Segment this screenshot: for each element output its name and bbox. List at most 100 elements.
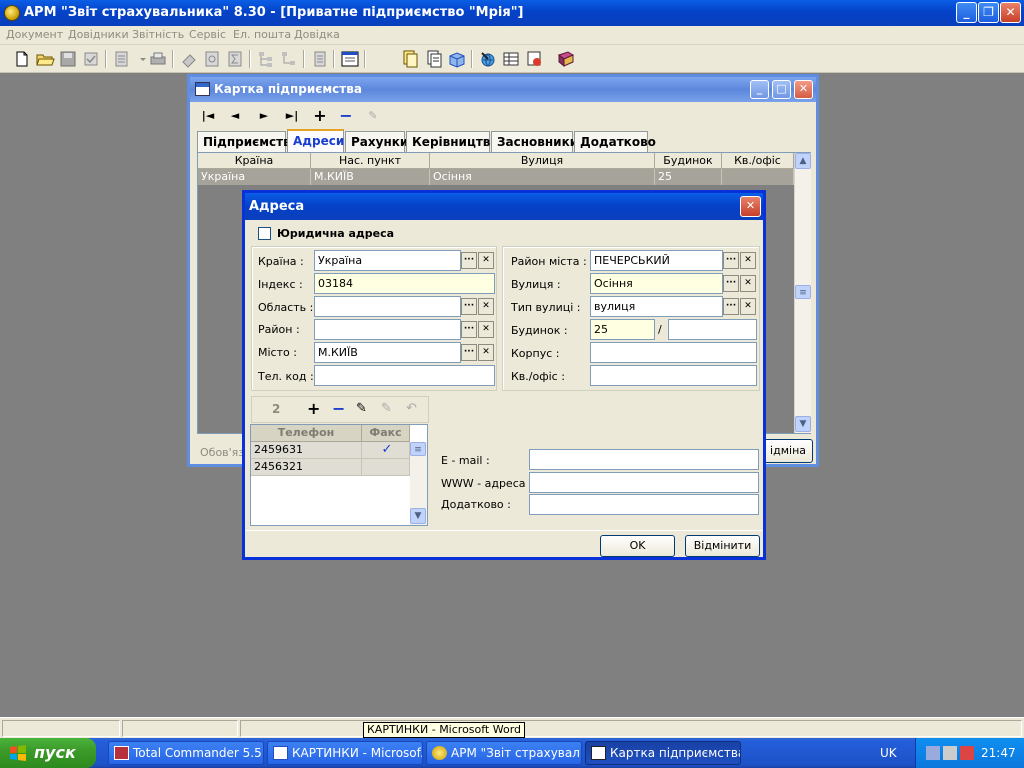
stamp-icon[interactable] — [524, 49, 544, 69]
menu-email[interactable]: Ел. пошта — [233, 28, 291, 41]
column-header-phone[interactable]: Телефон — [251, 425, 362, 442]
tab-founders[interactable]: Засновники — [491, 131, 578, 152]
scroll-down-icon[interactable]: ▼ — [795, 416, 811, 432]
edit-phone-icon[interactable]: ✎ — [356, 401, 367, 416]
column-header-building[interactable]: Будинок — [655, 153, 722, 169]
phones-scrollbar[interactable]: ≡ ▼ — [410, 442, 427, 525]
start-button[interactable]: пуск — [0, 738, 96, 768]
clock[interactable]: 21:47 — [981, 746, 1016, 760]
postcode-field[interactable]: 03184 — [314, 273, 495, 294]
remove-phone-icon[interactable]: − — [332, 399, 345, 418]
district-lookup-button[interactable]: ··· — [461, 321, 477, 338]
table-row-cell[interactable]: 25 — [655, 169, 722, 185]
street-lookup-button[interactable]: ··· — [723, 275, 739, 292]
street-type-lookup-button[interactable]: ··· — [723, 298, 739, 315]
new-document-icon[interactable] — [12, 49, 32, 69]
menu-directories[interactable]: Довідники — [68, 28, 129, 41]
last-record-icon[interactable]: ►| — [281, 106, 303, 126]
country-clear-button[interactable]: ✕ — [478, 252, 494, 269]
tab-addresses[interactable]: Адреси — [287, 129, 344, 153]
antivirus-icon[interactable] — [960, 746, 974, 760]
next-record-icon[interactable]: ► — [253, 106, 275, 126]
edit-record-icon[interactable]: ✎ — [362, 106, 384, 126]
scroll-thumb[interactable]: ≡ — [795, 285, 811, 299]
tab-accounts[interactable]: Рахунки — [345, 131, 408, 152]
tree-icon[interactable] — [256, 49, 276, 69]
region-clear-button[interactable]: ✕ — [478, 298, 494, 315]
first-record-icon[interactable]: |◄ — [197, 106, 219, 126]
menu-reports[interactable]: Звітність — [132, 28, 184, 41]
card-maximize-button[interactable]: □ — [772, 80, 791, 99]
building-suffix-field[interactable] — [668, 319, 757, 340]
additional-field[interactable] — [529, 494, 759, 515]
add-phone-icon[interactable]: + — [307, 399, 320, 418]
fax-check-icon[interactable]: ✓ — [362, 442, 410, 459]
table-row-cell[interactable]: 2459631 — [251, 442, 362, 459]
table-row-cell[interactable]: М.КИЇВ — [311, 169, 430, 185]
eraser-icon[interactable] — [179, 49, 199, 69]
block-field[interactable] — [590, 342, 757, 363]
undo-phone-icon[interactable]: ↶ — [406, 401, 417, 416]
prev-record-icon[interactable]: ◄ — [224, 106, 246, 126]
dropdown-arrow-icon[interactable] — [133, 49, 146, 69]
check-icon[interactable] — [81, 49, 101, 69]
city-district-clear-button[interactable]: ✕ — [740, 252, 756, 269]
country-lookup-button[interactable]: ··· — [461, 252, 477, 269]
scroll-thumb[interactable]: ≡ — [410, 442, 426, 456]
city-district-field[interactable]: ПЕЧЕРСЬКИЙ — [590, 250, 723, 271]
menu-service[interactable]: Сервіс — [189, 28, 226, 41]
delete-record-icon[interactable]: − — [335, 106, 357, 126]
ok-button[interactable]: OK — [600, 535, 675, 557]
table-icon[interactable] — [501, 49, 521, 69]
cancel-button[interactable]: Відмінити — [685, 535, 760, 557]
apartment-field[interactable] — [590, 365, 757, 386]
doc-list-icon[interactable] — [310, 49, 330, 69]
card-close-button[interactable]: ✕ — [794, 80, 813, 99]
task-total-commander[interactable]: Total Commander 5.5... — [108, 741, 264, 765]
tab-company[interactable]: Підприємство — [197, 131, 299, 152]
district-clear-button[interactable]: ✕ — [478, 321, 494, 338]
minimize-button[interactable]: _ — [956, 2, 977, 23]
main-window-titlebar[interactable]: АРМ "Звіт страхувальника" 8.30 - [Приват… — [0, 0, 1024, 26]
street-clear-button[interactable]: ✕ — [740, 275, 756, 292]
street-type-field[interactable]: вулиця — [590, 296, 723, 317]
building-field[interactable]: 25 — [590, 319, 655, 340]
city-clear-button[interactable]: ✕ — [478, 344, 494, 361]
box-icon[interactable] — [447, 49, 467, 69]
legal-address-checkbox[interactable] — [258, 227, 271, 240]
menu-help[interactable]: Довідка — [294, 28, 340, 41]
print-icon[interactable] — [148, 49, 168, 69]
grid-vertical-scrollbar[interactable]: ▲ ≡ ▼ — [794, 153, 811, 433]
sum-icon[interactable] — [225, 49, 245, 69]
globe-icon[interactable] — [478, 49, 498, 69]
card-icon[interactable] — [340, 49, 360, 69]
list-icon[interactable] — [112, 49, 132, 69]
close-button[interactable]: ✕ — [1000, 2, 1021, 23]
copy-doc-icon[interactable] — [400, 49, 420, 69]
address-dialog-close-button[interactable]: ✕ — [740, 196, 761, 217]
city-lookup-button[interactable]: ··· — [461, 344, 477, 361]
monitor-icon[interactable] — [943, 746, 957, 760]
language-indicator[interactable]: UK — [880, 746, 897, 760]
city-field[interactable]: М.КИЇВ — [314, 342, 461, 363]
column-header-street[interactable]: Вулиця — [430, 153, 655, 169]
street-type-clear-button[interactable]: ✕ — [740, 298, 756, 315]
www-field[interactable] — [529, 472, 759, 493]
column-header-fax[interactable]: Факс — [362, 425, 410, 442]
book-icon[interactable] — [556, 49, 576, 69]
scroll-down-icon[interactable]: ▼ — [410, 508, 426, 524]
restore-button[interactable]: ❐ — [978, 2, 999, 23]
country-field[interactable]: Україна — [314, 250, 461, 271]
card-minimize-button[interactable]: _ — [750, 80, 769, 99]
refresh-doc-icon[interactable] — [202, 49, 222, 69]
region-lookup-button[interactable]: ··· — [461, 298, 477, 315]
company-card-titlebar[interactable]: Картка підприємства _ □ ✕ — [190, 77, 816, 102]
scroll-up-icon[interactable]: ▲ — [795, 153, 811, 169]
column-header-country[interactable]: Країна — [198, 153, 311, 169]
table-row-cell[interactable]: Осіння — [430, 169, 655, 185]
structure-icon[interactable] — [279, 49, 299, 69]
task-word[interactable]: КАРТИНКИ - Microsof... — [267, 741, 423, 765]
table-row-cell[interactable] — [722, 169, 794, 185]
pages-icon[interactable] — [424, 49, 444, 69]
add-record-icon[interactable]: + — [309, 106, 331, 126]
